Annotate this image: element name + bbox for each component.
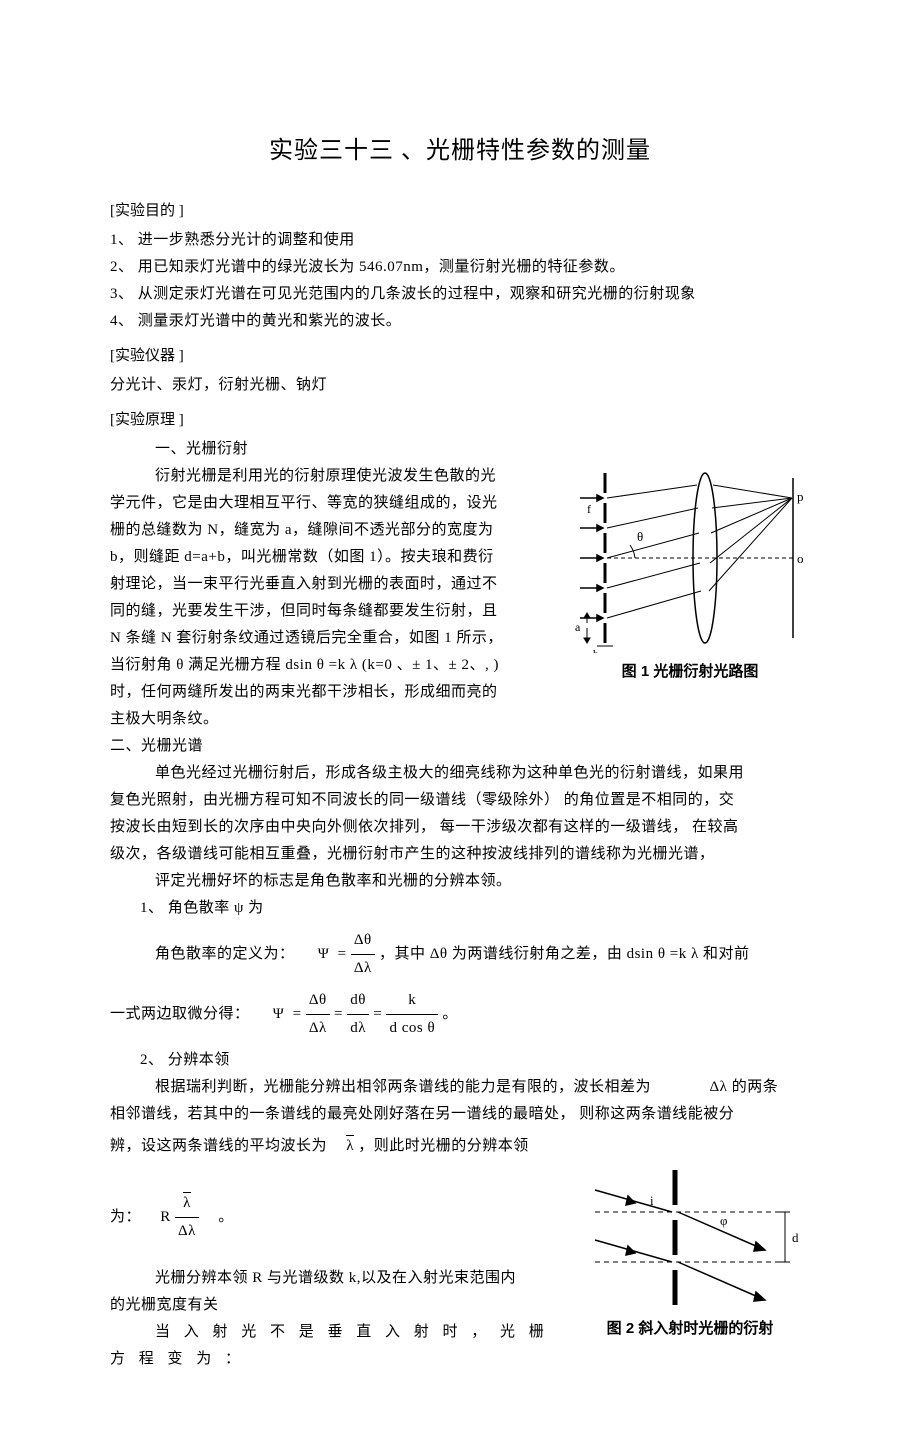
p2-c: 按波长由短到长的次序由中央向外侧依次排列， 每一干涉级次都有这样的一级谱线， 在… (110, 814, 810, 841)
psi-symbol: Ψ (318, 941, 330, 968)
psi-symbol-2: Ψ (273, 1001, 285, 1028)
principle-header: [实验原理 ] (110, 407, 810, 434)
p2-e: 评定光栅好坏的标志是角色散率和光栅的分辨本领。 (110, 868, 810, 895)
num-2: dθ (347, 987, 369, 1014)
svg-text:p: p (797, 489, 804, 504)
figure-2-caption: 图 2 斜入射时光栅的衍射 (570, 1315, 810, 1342)
svg-text:a: a (575, 620, 581, 634)
delta-theta-text: Δθ (430, 946, 448, 962)
f1-pre: 角色散率的定义为： (155, 946, 295, 962)
item-1: 1、 角色散率 ψ 为 (110, 895, 810, 922)
num-1: Δθ (306, 987, 330, 1014)
period-1: 。 (442, 1006, 458, 1022)
svg-text:φ: φ (720, 1213, 728, 1228)
figure-1: θ p o a b f 图 1 光栅衍射光路图 (570, 463, 810, 685)
R-symbol: R (160, 1209, 171, 1225)
den-3: d cos θ (386, 1014, 438, 1042)
f2-post: 。 (218, 1209, 234, 1225)
p2-b: 复色光照射，由光栅方程可知不同波长的同一级谱线（零级除外） 的角位置是不相同的，… (110, 787, 810, 814)
document-title: 实验三十三 、光栅特性参数的测量 (110, 130, 810, 173)
figure-1-caption: 图 1 光栅衍射光路图 (570, 658, 810, 685)
num-dtheta: Δθ (351, 927, 375, 954)
f1-post: 为两谱线衍射角之差，由 dsin θ =k λ 和对前 (452, 946, 750, 962)
principle-sub2: 二、光栅光谱 (110, 733, 810, 760)
den-1: Δλ (306, 1014, 330, 1042)
p1-j: 主极大明条纹。 (110, 706, 810, 733)
svg-text:i: i (650, 1193, 654, 1208)
p3-b: 相邻谱线，若其中的一条谱线的最亮处刚好落在另一谱线的最暗处， 则称这两条谱线能被… (110, 1101, 810, 1128)
frac-1: Δθ Δλ (306, 987, 330, 1042)
den-R: Δλ (175, 1217, 199, 1245)
purpose-header: [实验目的 ] (110, 198, 810, 225)
eq-3: = (334, 1006, 343, 1022)
apparatus-header: [实验仪器 ] (110, 343, 810, 370)
delta-lambda-sym: Δλ (710, 1079, 728, 1095)
eq-4: = (373, 1006, 382, 1022)
purpose-item-3: 3、 从测定汞灯光谱在可见光范围内的几条波长的过程中，观察和研究光栅的衍射现象 (110, 281, 810, 308)
eq-1: = (338, 946, 347, 962)
apparatus-text: 分光计、汞灯，衍射光栅、钠灯 (110, 372, 810, 399)
den-2: dλ (347, 1014, 369, 1042)
p3-line-1: 根据瑞利判断，光栅能分辨出相邻两条谱线的能力是有限的，波长相差为 Δλ 的两条 (110, 1074, 810, 1101)
p2-d: 级次，各级谱线可能相互重叠，光栅衍射市产生的这种按波线排列的谱线称为光栅光谱， (110, 841, 810, 868)
purpose-item-1: 1、 进一步熟悉分光计的调整和使用 (110, 227, 810, 254)
figure-2: i φ d 图 2 斜入射时光栅的衍射 (570, 1170, 810, 1342)
frac-2: dθ dλ (347, 987, 369, 1042)
num-3: k (386, 987, 438, 1014)
den-dlambda: Δλ (351, 954, 375, 982)
svg-text:d: d (792, 1230, 799, 1245)
eq-2: = (293, 1006, 302, 1022)
p3-a2: 的两条 (732, 1079, 779, 1095)
p3-c-pre: 辨，设这两条谱线的平均波长为 (110, 1138, 327, 1154)
formula-1b-line: 一式两边取微分得： Ψ = Δθ Δλ = dθ dλ = k d cos θ … (110, 987, 810, 1042)
lambda-bar-1: λ (346, 1133, 354, 1160)
f1-mid: ，其中 (379, 946, 426, 962)
svg-text:o: o (797, 551, 804, 566)
f2-pre: 为： (110, 1209, 141, 1225)
frac-3: k d cos θ (386, 987, 438, 1042)
formula-1-line: 角色散率的定义为： Ψ = Δθ Δλ ，其中 Δθ 为两谱线衍射角之差，由 d… (110, 927, 810, 982)
svg-text:θ: θ (637, 529, 643, 544)
purpose-item-4: 4、 测量汞灯光谱中的黄光和紫光的波长。 (110, 308, 810, 335)
frac-R: λ Δλ (175, 1190, 199, 1245)
svg-text:b: b (593, 647, 599, 653)
p3-c-line: 辨，设这两条谱线的平均波长为 λ ，则此时光栅的分辨本领 (110, 1133, 810, 1160)
item-2: 2、 分辨本领 (110, 1047, 810, 1074)
f1b-pre: 一式两边取微分得： (110, 1006, 250, 1022)
svg-text:f: f (587, 502, 591, 516)
p3-c-post: ，则此时光栅的分辨本领 (358, 1138, 529, 1154)
frac-dtheta-dlambda: Δθ Δλ (351, 927, 375, 982)
p2-a: 单色光经过光栅衍射后，形成各级主极大的细亮线称为这种单色光的衍射谱线，如果用 (110, 760, 810, 787)
num-R: λ (175, 1190, 199, 1217)
lambda-bar-2: λ (183, 1190, 191, 1217)
p3-a: 根据瑞利判断，光栅能分辨出相邻两条谱线的能力是有限的，波长相差为 (155, 1079, 651, 1095)
principle-sub1: 一、光栅衍射 (110, 436, 810, 463)
purpose-item-2: 2、 用已知汞灯光谱中的绿光波长为 546.07nm，测量衍射光栅的特征参数。 (110, 254, 810, 281)
